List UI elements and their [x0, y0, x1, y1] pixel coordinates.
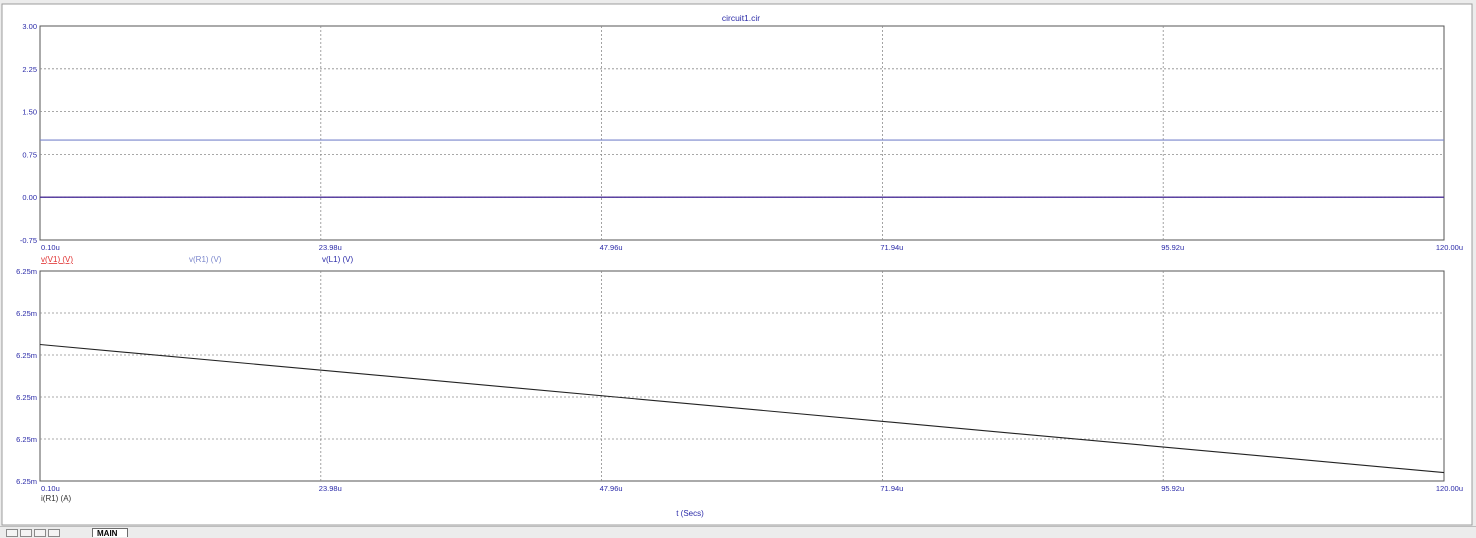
bottom-chart: 6.25m 6.25m 6.25m 6.25m 6.25m 6.25m 0.10u 23.9…: [16, 267, 1463, 518]
x-tick-label: 95.92u: [1161, 243, 1184, 252]
x-tick-label: 0.10u: [41, 484, 60, 493]
y-tick-label: 0.75: [22, 150, 37, 159]
x-axis-title: t (Secs): [676, 509, 704, 518]
legend-v-l1[interactable]: v(L1) (V): [322, 255, 353, 264]
chart-title: circuit1.cir: [722, 13, 760, 23]
legend-v-r1[interactable]: v(R1) (V): [189, 255, 222, 264]
x-tick-label: 23.98u: [319, 243, 342, 252]
x-tick-label: 95.92u: [1161, 484, 1184, 493]
legend-i-r1[interactable]: i(R1) (A): [41, 494, 72, 503]
y-tick-label: 0.00: [22, 193, 37, 202]
sheet-tab-bar: MAIN: [0, 526, 1476, 538]
y-tick-label: 2.25: [22, 65, 37, 74]
x-tick-label: 47.96u: [600, 484, 623, 493]
top-chart: circuit1.cir 3.00 2.25 1.50 0.75 0.00 -0.75 0…: [20, 13, 1463, 264]
y-tick-label: 6.25m: [16, 477, 37, 486]
x-tick-label: 0.10u: [41, 243, 60, 252]
transient-plot: circuit1.cir 3.00 2.25 1.50 0.75 0.00 -0.75 0…: [0, 0, 1476, 526]
x-tick-label: 120.00u: [1436, 243, 1463, 252]
x-tick-label: 71.94u: [880, 243, 903, 252]
y-tick-label: -0.75: [20, 236, 37, 245]
x-tick-label: 23.98u: [319, 484, 342, 493]
y-tick-label: 6.25m: [16, 267, 37, 276]
y-tick-label: 3.00: [22, 22, 37, 31]
legend-v-v1[interactable]: v(V1) (V): [41, 255, 73, 264]
x-tick-label: 120.00u: [1436, 484, 1463, 493]
y-tick-label: 6.25m: [16, 351, 37, 360]
y-tick-label: 6.25m: [16, 435, 37, 444]
x-tick-label: 47.96u: [600, 243, 623, 252]
y-tick-label: 1.50: [22, 108, 37, 117]
y-tick-label: 6.25m: [16, 309, 37, 318]
bottom-plot-area: [39, 270, 1445, 482]
x-tick-label: 71.94u: [880, 484, 903, 493]
y-tick-label: 6.25m: [16, 393, 37, 402]
top-plot-area: [39, 25, 1445, 241]
